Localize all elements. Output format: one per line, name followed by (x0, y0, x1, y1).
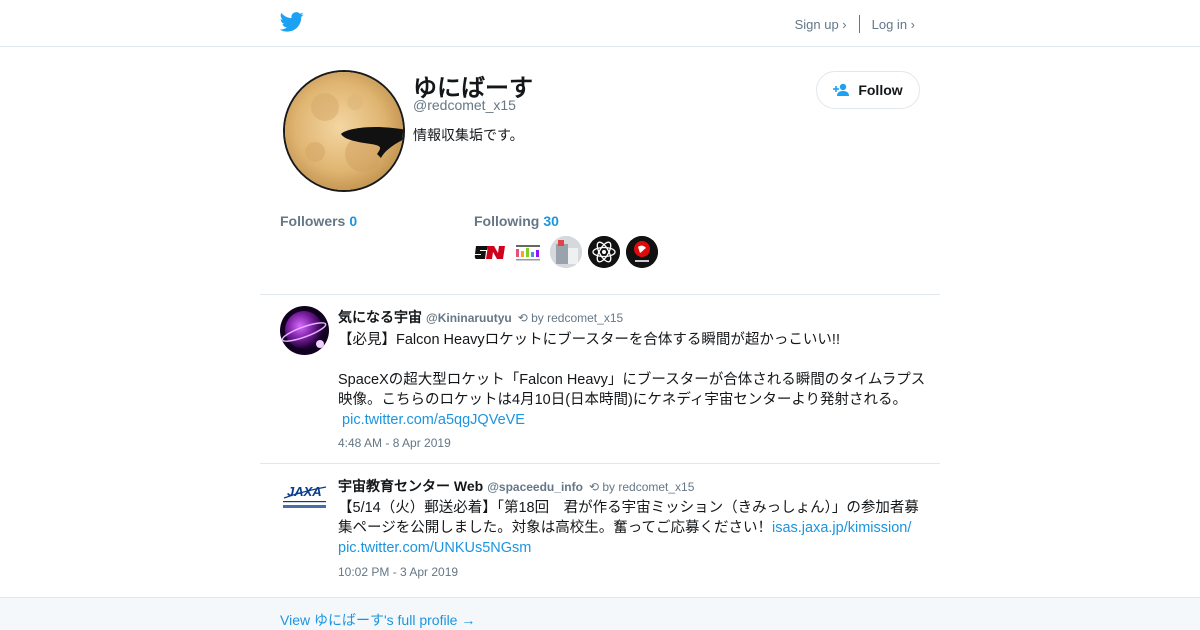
twitter-bird-icon[interactable] (280, 11, 304, 33)
following-avatar[interactable] (626, 236, 658, 268)
tweet-media-link[interactable]: pic.twitter.com/UNKUs5NGsm (338, 540, 531, 556)
follow-button[interactable]: Follow (816, 71, 920, 109)
tweet: 気になる宇宙 @Kininaruutyu ⟲ by redcomet_x15 【必見… (260, 295, 940, 463)
virgin-orbit-logo-icon (626, 236, 658, 268)
followers-count: 0 (349, 213, 358, 229)
following-avatar[interactable] (588, 236, 620, 268)
retweet-by-label: by redcomet_x15 (602, 480, 695, 494)
tweet-text: 【必見】Falcon Heavyロケットにブースターを合体する瞬間が超かっこいい… (338, 330, 932, 430)
knowledge-capital-logo-icon (516, 245, 540, 261)
moon-photo-image (285, 72, 403, 190)
tweet-author-name[interactable]: 宇宙教育センター Web (338, 478, 483, 494)
tweet-author-avatar[interactable]: JAXA (280, 475, 329, 524)
add-user-icon (833, 83, 850, 96)
tweet-author-name[interactable]: 気になる宇宙 (338, 309, 422, 325)
profile-handle: @redcomet_x15 (413, 97, 516, 113)
following-avatars (474, 236, 658, 268)
tweet-text: 【5/14（火）郵送必着】「第18回 君が作る宇宙ミッション（きみっしょん）」の… (338, 498, 932, 558)
tweet-timestamp[interactable]: 10:02 PM - 3 Apr 2019 (338, 565, 458, 579)
tweet-header: 宇宙教育センター Web @spaceedu_info ⟲ by redcomet_… (338, 476, 694, 496)
followers-label: Followers (280, 213, 346, 229)
tweet-author-handle[interactable]: @spaceedu_info (487, 480, 583, 494)
tweet-text-line: SpaceXの超大型ロケット「Falcon Heavy」にブースターが合体される… (338, 372, 926, 408)
building-photo-icon (550, 236, 582, 268)
profile-bio: 情報収集垢です。 (413, 127, 524, 143)
profile-avatar[interactable] (283, 70, 405, 192)
following-avatar[interactable] (474, 236, 506, 268)
retweet-icon: ⟲ (517, 311, 528, 325)
tweet-text-line: 【必見】Falcon Heavyロケットにブースターを合体する瞬間が超かっこいい… (338, 332, 840, 348)
tweet-header: 気になる宇宙 @Kininaruutyu ⟲ by redcomet_x15 (338, 307, 623, 327)
login-link[interactable]: Log in › (872, 17, 915, 32)
following-avatar[interactable] (512, 236, 544, 268)
sn-logo-icon (474, 246, 505, 259)
signup-link[interactable]: Sign up › (795, 17, 847, 32)
footer-bar: View ゆにばーす's full profile → (0, 597, 1200, 630)
auth-links: Sign up › Log in › (795, 15, 915, 33)
divider (858, 15, 860, 33)
tweet: JAXA 宇宙教育センター Web @spaceedu_info ⟲ by redc… (260, 464, 940, 597)
followers-stat[interactable]: Followers 0 (280, 213, 357, 229)
planet-avatar-icon (280, 306, 329, 355)
retweet-indicator: ⟲ by redcomet_x15 (518, 311, 623, 325)
retweet-by-label: by redcomet_x15 (531, 311, 624, 325)
tweet-media-link[interactable]: pic.twitter.com/a5qgJQVeVE (342, 412, 525, 428)
following-stat[interactable]: Following 30 (474, 213, 559, 229)
atom-logo-icon (588, 236, 620, 268)
following-label: Following (474, 213, 540, 229)
tweet-author-avatar[interactable] (280, 306, 329, 355)
tweet-url-link[interactable]: isas.jaxa.jp/kimission/ (772, 520, 911, 536)
jaxa-logo-icon: JAXA (280, 475, 329, 524)
full-profile-link[interactable]: View ゆにばーす's full profile → (280, 610, 475, 630)
following-avatar[interactable] (550, 236, 582, 268)
retweet-icon: ⟲ (588, 480, 599, 494)
top-bar: Sign up › Log in › (0, 0, 1200, 47)
retweet-indicator: ⟲ by redcomet_x15 (589, 480, 694, 494)
tweet-timestamp[interactable]: 4:48 AM - 8 Apr 2019 (338, 436, 451, 450)
follow-button-label: Follow (858, 82, 903, 98)
following-count: 30 (543, 213, 559, 229)
tweet-author-handle[interactable]: @Kininaruutyu (426, 311, 512, 325)
